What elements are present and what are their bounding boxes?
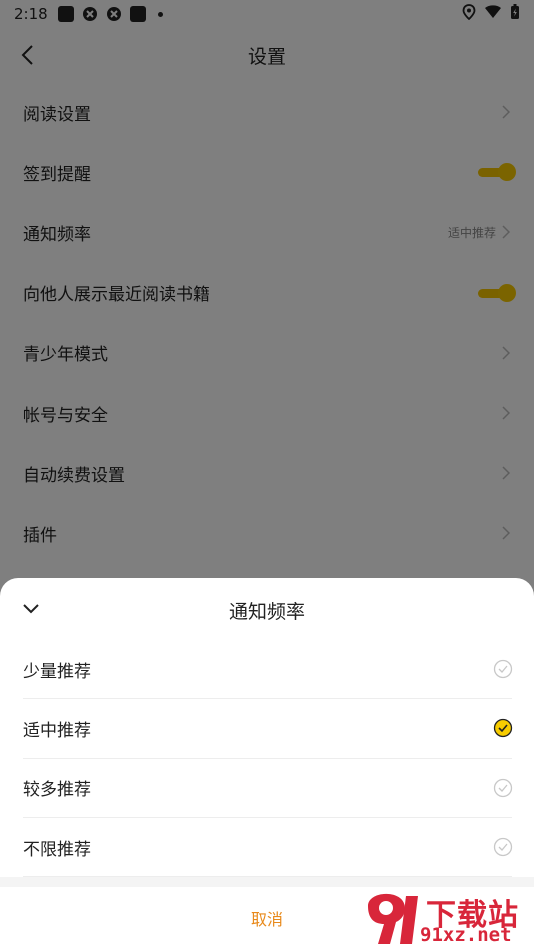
site-watermark: 下载站 91xz.net [360,888,530,948]
sheet-title: 通知频率 [228,601,305,623]
unchecked-circle-icon [493,778,513,797]
option-unlimited[interactable]: 不限推荐 [23,818,513,878]
unchecked-circle-icon [493,837,513,857]
option-label: 较多推荐 [23,780,91,801]
checked-circle-icon [493,719,513,738]
sheet-divider [0,877,534,888]
option-high[interactable]: 较多推荐 [23,759,513,818]
option-label: 不限推荐 [23,839,91,860]
option-low[interactable]: 少量推荐 [23,640,513,700]
option-medium[interactable]: 适中推荐 [23,699,513,759]
option-label: 适中推荐 [23,720,91,741]
sheet-header: 通知频率 [0,578,534,640]
watermark-url: 91xz.net [420,924,512,946]
option-label: 少量推荐 [23,661,91,682]
unchecked-circle-icon [493,659,513,679]
